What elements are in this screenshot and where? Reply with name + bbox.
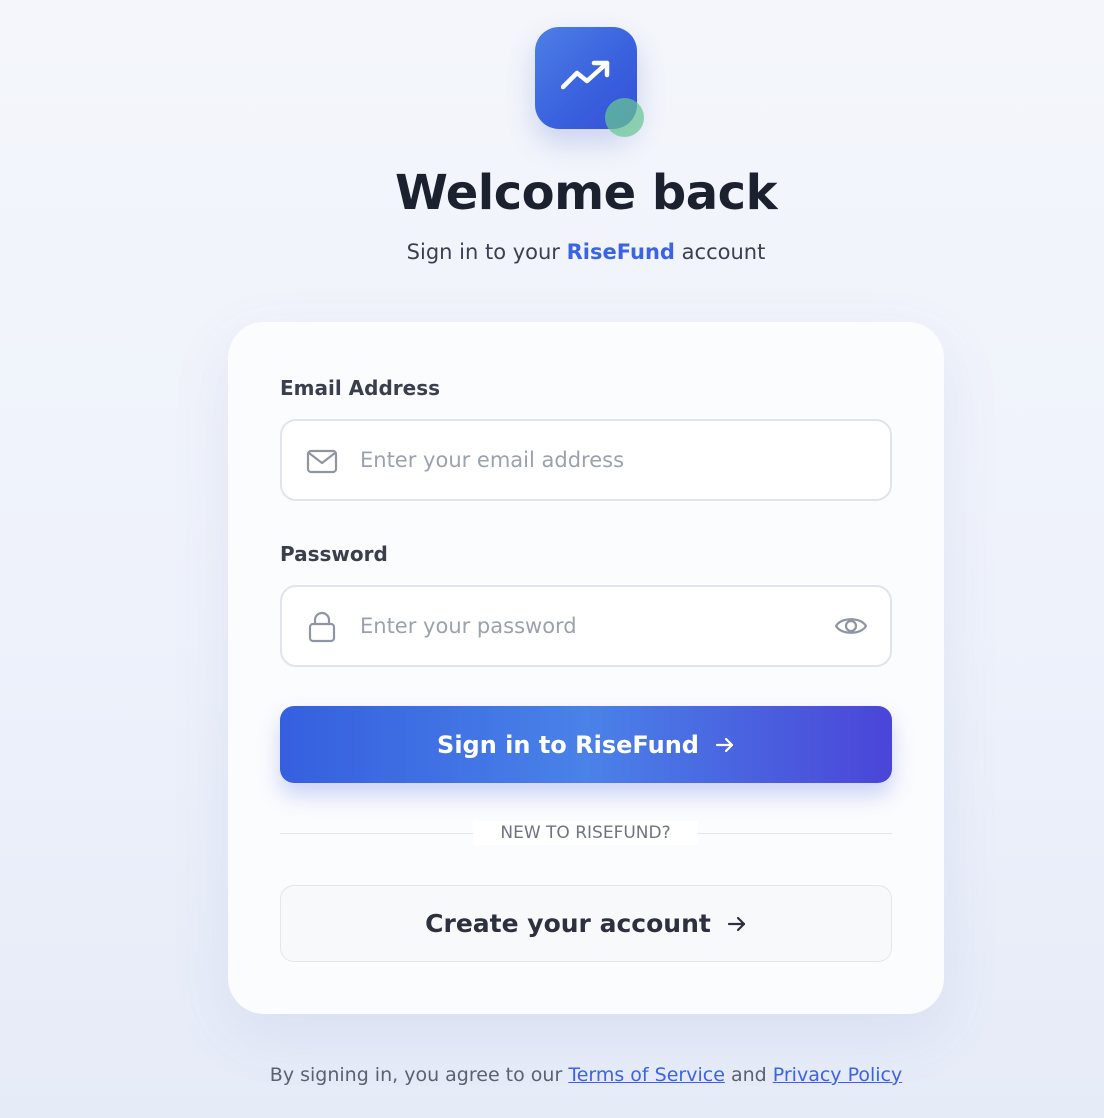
legal-footer: By signing in, you agree to our Terms of… bbox=[0, 1064, 1104, 1086]
page-title: Welcome back bbox=[394, 165, 778, 221]
arrow-right-icon bbox=[727, 916, 745, 931]
eye-icon[interactable] bbox=[834, 610, 868, 642]
app-logo bbox=[535, 27, 644, 137]
subtitle-suffix: account bbox=[681, 240, 766, 264]
login-page: Welcome back Sign in to your RiseFund ac… bbox=[0, 0, 1104, 1118]
create-account-button-label: Create your account bbox=[425, 909, 711, 938]
mail-icon bbox=[306, 449, 338, 474]
footer-prefix: By signing in, you agree to our bbox=[269, 1064, 563, 1086]
email-label: Email Address bbox=[280, 376, 441, 400]
email-field-container bbox=[280, 419, 892, 501]
subtitle-prefix: Sign in to your bbox=[406, 240, 560, 264]
password-label: Password bbox=[280, 542, 388, 566]
divider-text: NEW TO RISEFUND? bbox=[473, 821, 698, 845]
arrow-right-icon bbox=[715, 737, 734, 752]
brand-name: RiseFund bbox=[566, 240, 675, 264]
terms-link[interactable]: Terms of Service bbox=[568, 1064, 725, 1086]
email-field[interactable] bbox=[360, 421, 820, 499]
password-field-container bbox=[280, 585, 892, 667]
password-field[interactable] bbox=[360, 587, 820, 665]
create-account-button[interactable]: Create your account bbox=[280, 885, 892, 962]
page-subtitle: Sign in to your RiseFund account bbox=[0, 240, 1104, 264]
sign-in-button[interactable]: Sign in to RiseFund bbox=[280, 706, 892, 783]
logo-accent-dot bbox=[605, 98, 644, 137]
sign-in-button-label: Sign in to RiseFund bbox=[437, 730, 699, 759]
privacy-link[interactable]: Privacy Policy bbox=[773, 1064, 902, 1086]
login-card: Email Address Password Sign in to RiseFu… bbox=[228, 322, 944, 1014]
lock-icon bbox=[308, 611, 336, 643]
trending-up-icon bbox=[561, 60, 610, 90]
footer-and: and bbox=[730, 1064, 767, 1086]
